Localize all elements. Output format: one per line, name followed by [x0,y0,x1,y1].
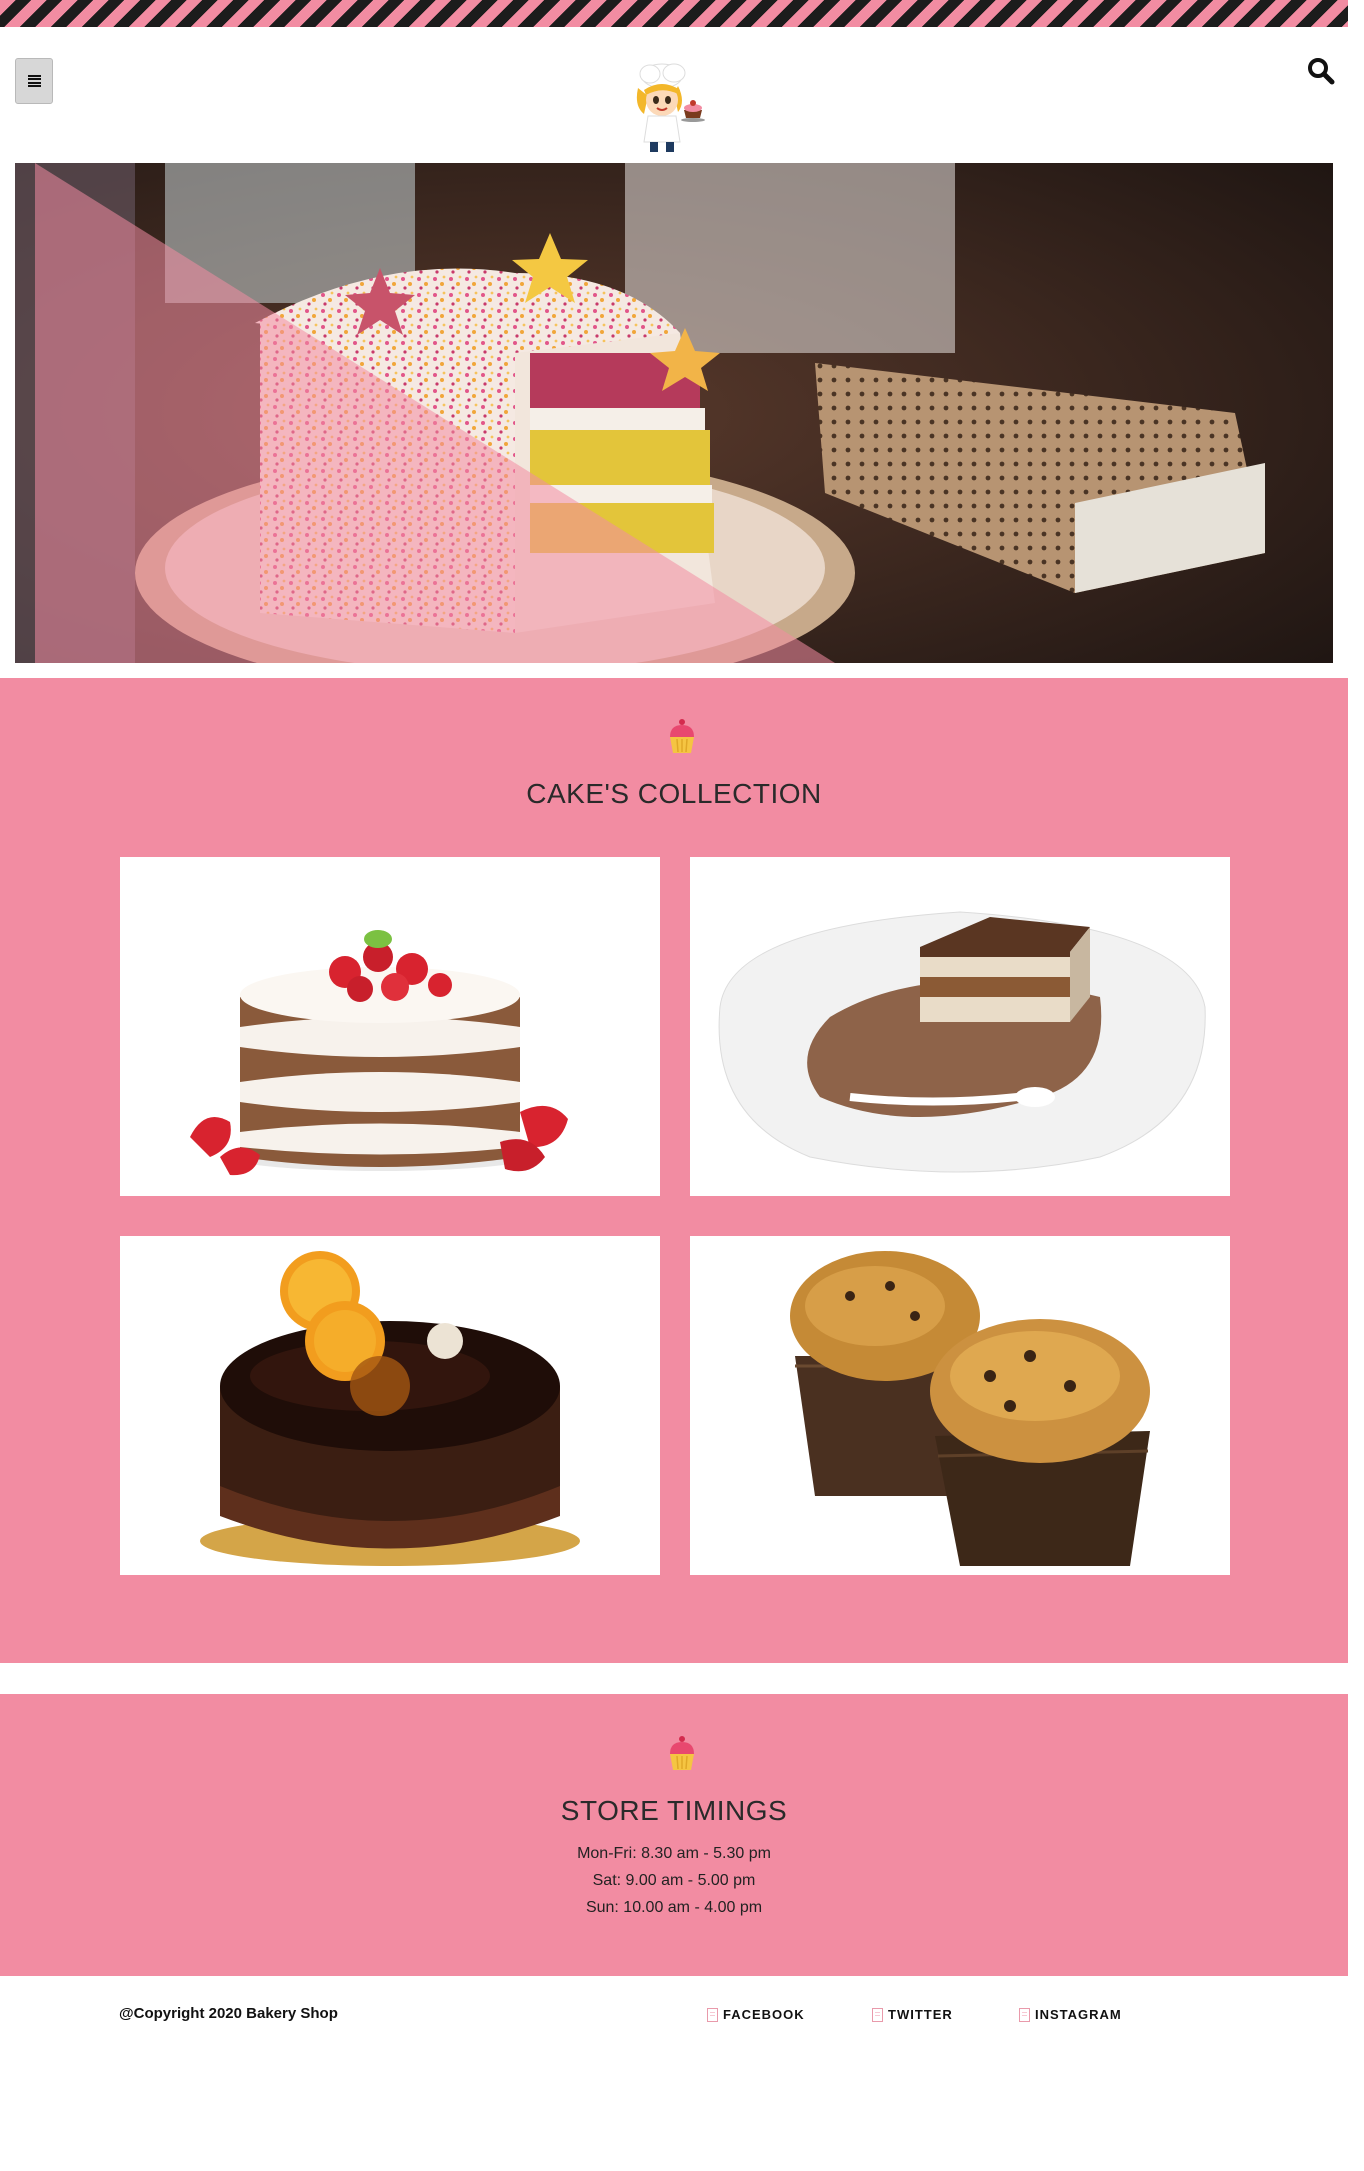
broken-image-icon [872,2007,883,2022]
cupcake-icon [670,719,694,753]
hero-cake-photo [15,163,1333,663]
hero-banner [15,163,1333,663]
facebook-link[interactable]: FACEBOOK [707,2007,805,2022]
broken-image-icon [707,2007,718,2022]
timing-saturday: Sat: 9.00 am - 5.00 pm [592,1872,756,1889]
cupcake-icon [670,1736,694,1770]
chef-mascot-logo[interactable] [622,60,708,156]
twitter-link[interactable]: TWITTER [872,2007,953,2022]
decorative-stripe-bar [0,0,1348,27]
collection-title: CAKE'S COLLECTION [526,778,822,809]
cake-card-strawberry[interactable] [120,857,660,1196]
instagram-label: INSTAGRAM [1035,2007,1122,2022]
strawberry-layer-cake-image [190,930,568,1176]
timing-weekdays: Mon-Fri: 8.30 am - 5.30 pm [577,1845,771,1862]
timings-list: Mon-Fri: 8.30 am - 5.30 pm Sat: 9.00 am … [0,1840,1348,1921]
hamburger-icon [27,75,41,87]
twitter-label: TWITTER [888,2007,953,2022]
chocolate-chip-muffins-image [790,1251,1150,1566]
menu-button[interactable] [15,58,53,104]
cake-card-chocolate-orange[interactable] [120,1236,660,1575]
chocolate-orange-cake-image [200,1251,580,1566]
tiramisu-slice-image [718,911,1206,1173]
timing-sunday: Sun: 10.00 am - 4.00 pm [585,1899,763,1916]
cake-card-muffins[interactable] [690,1236,1230,1575]
broken-image-icon [1019,2007,1030,2022]
cake-card-tiramisu[interactable] [690,857,1230,1196]
instagram-link[interactable]: INSTAGRAM [1019,2007,1122,2022]
facebook-label: FACEBOOK [723,2007,805,2022]
search-icon[interactable] [1306,56,1336,86]
copyright-text: @Copyright 2020 Bakery Shop [119,2005,338,2022]
timings-title: STORE TIMINGS [560,1795,788,1826]
